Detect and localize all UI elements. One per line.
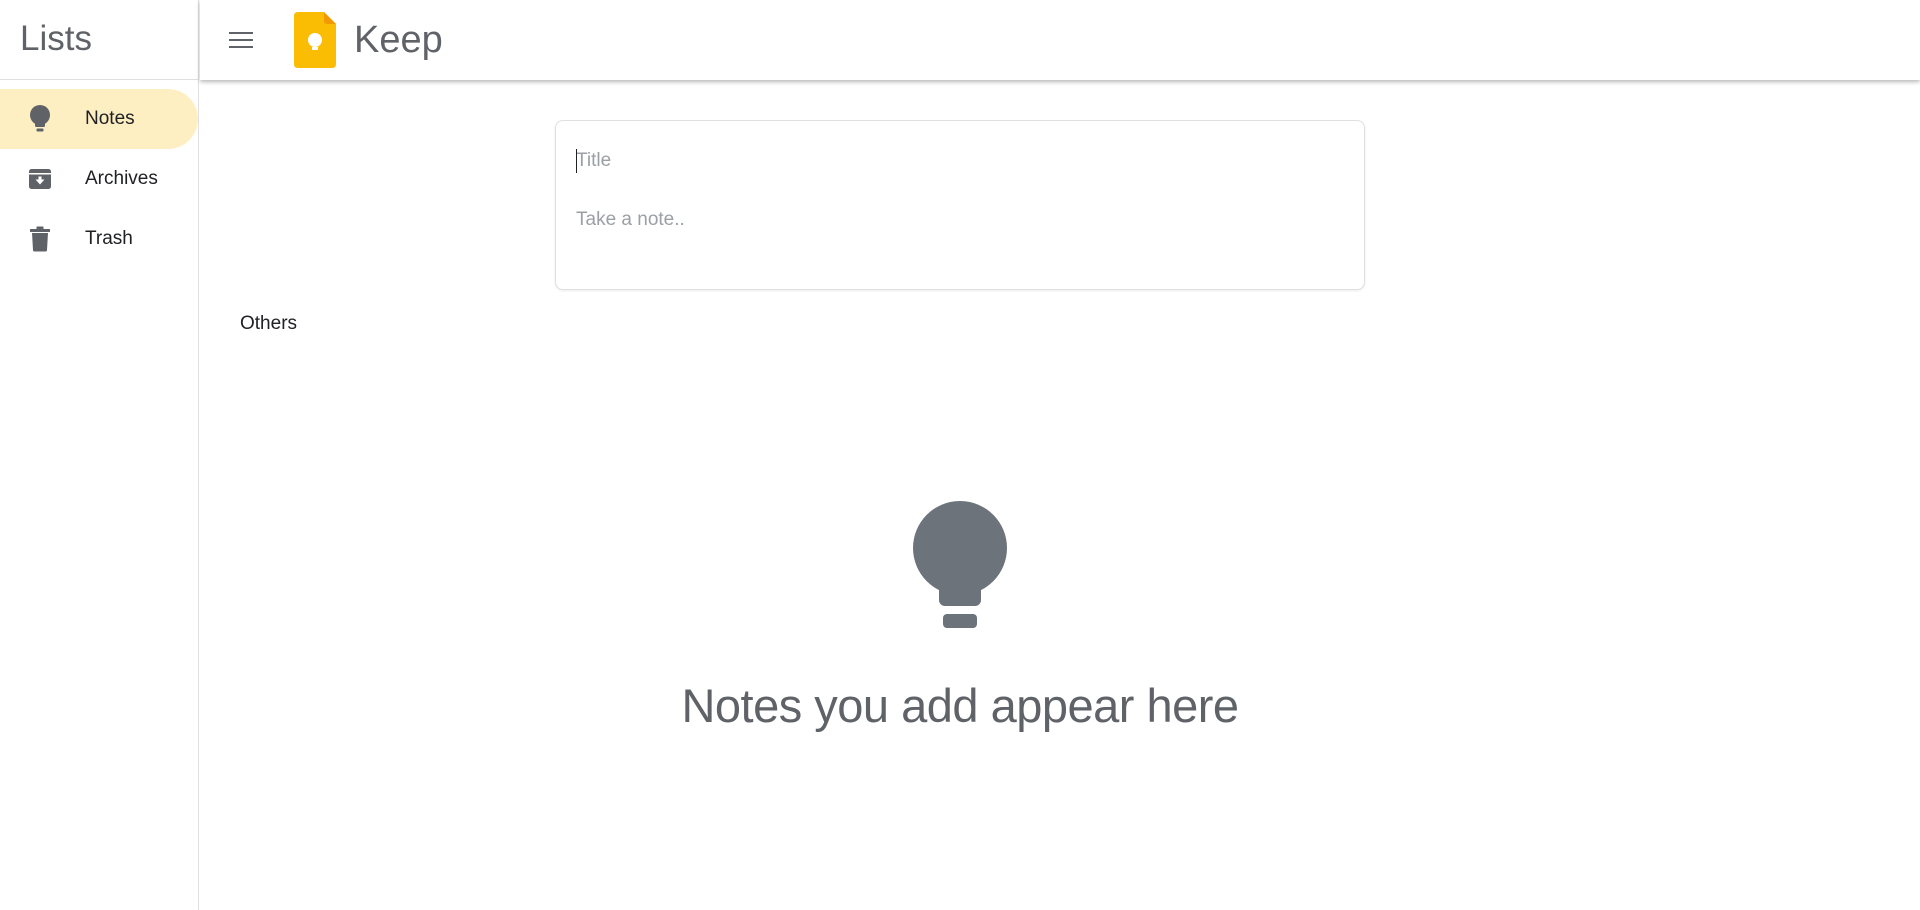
sidebar-item-archives[interactable]: Archives xyxy=(0,149,198,209)
lightbulb-icon xyxy=(913,501,1007,628)
sidebar-item-trash[interactable]: Trash xyxy=(0,209,198,269)
sidebar: Lists Notes Archives Trash xyxy=(0,0,199,910)
sidebar-item-notes[interactable]: Notes xyxy=(0,89,198,149)
sidebar-item-label: Archives xyxy=(85,168,158,189)
note-composer xyxy=(555,120,1365,290)
note-title-input[interactable] xyxy=(576,147,1336,175)
app-header: Keep xyxy=(200,0,1920,80)
section-label-others: Others xyxy=(240,313,298,334)
hamburger-menu-icon[interactable] xyxy=(226,25,256,55)
lightbulb-icon xyxy=(26,105,54,133)
text-cursor xyxy=(576,149,577,173)
empty-state-message: Notes you add appear here xyxy=(681,679,1239,732)
archive-icon xyxy=(26,165,54,193)
sidebar-title: Lists xyxy=(0,0,198,80)
trash-icon xyxy=(26,225,54,253)
note-body-input[interactable] xyxy=(576,209,1336,269)
keep-logo-icon xyxy=(294,12,336,68)
sidebar-item-label: Notes xyxy=(85,108,135,129)
app-title: Keep xyxy=(354,18,443,61)
sidebar-item-label: Trash xyxy=(85,228,133,249)
sidebar-nav: Notes Archives Trash xyxy=(0,89,198,269)
empty-state: Notes you add appear here xyxy=(200,500,1720,733)
